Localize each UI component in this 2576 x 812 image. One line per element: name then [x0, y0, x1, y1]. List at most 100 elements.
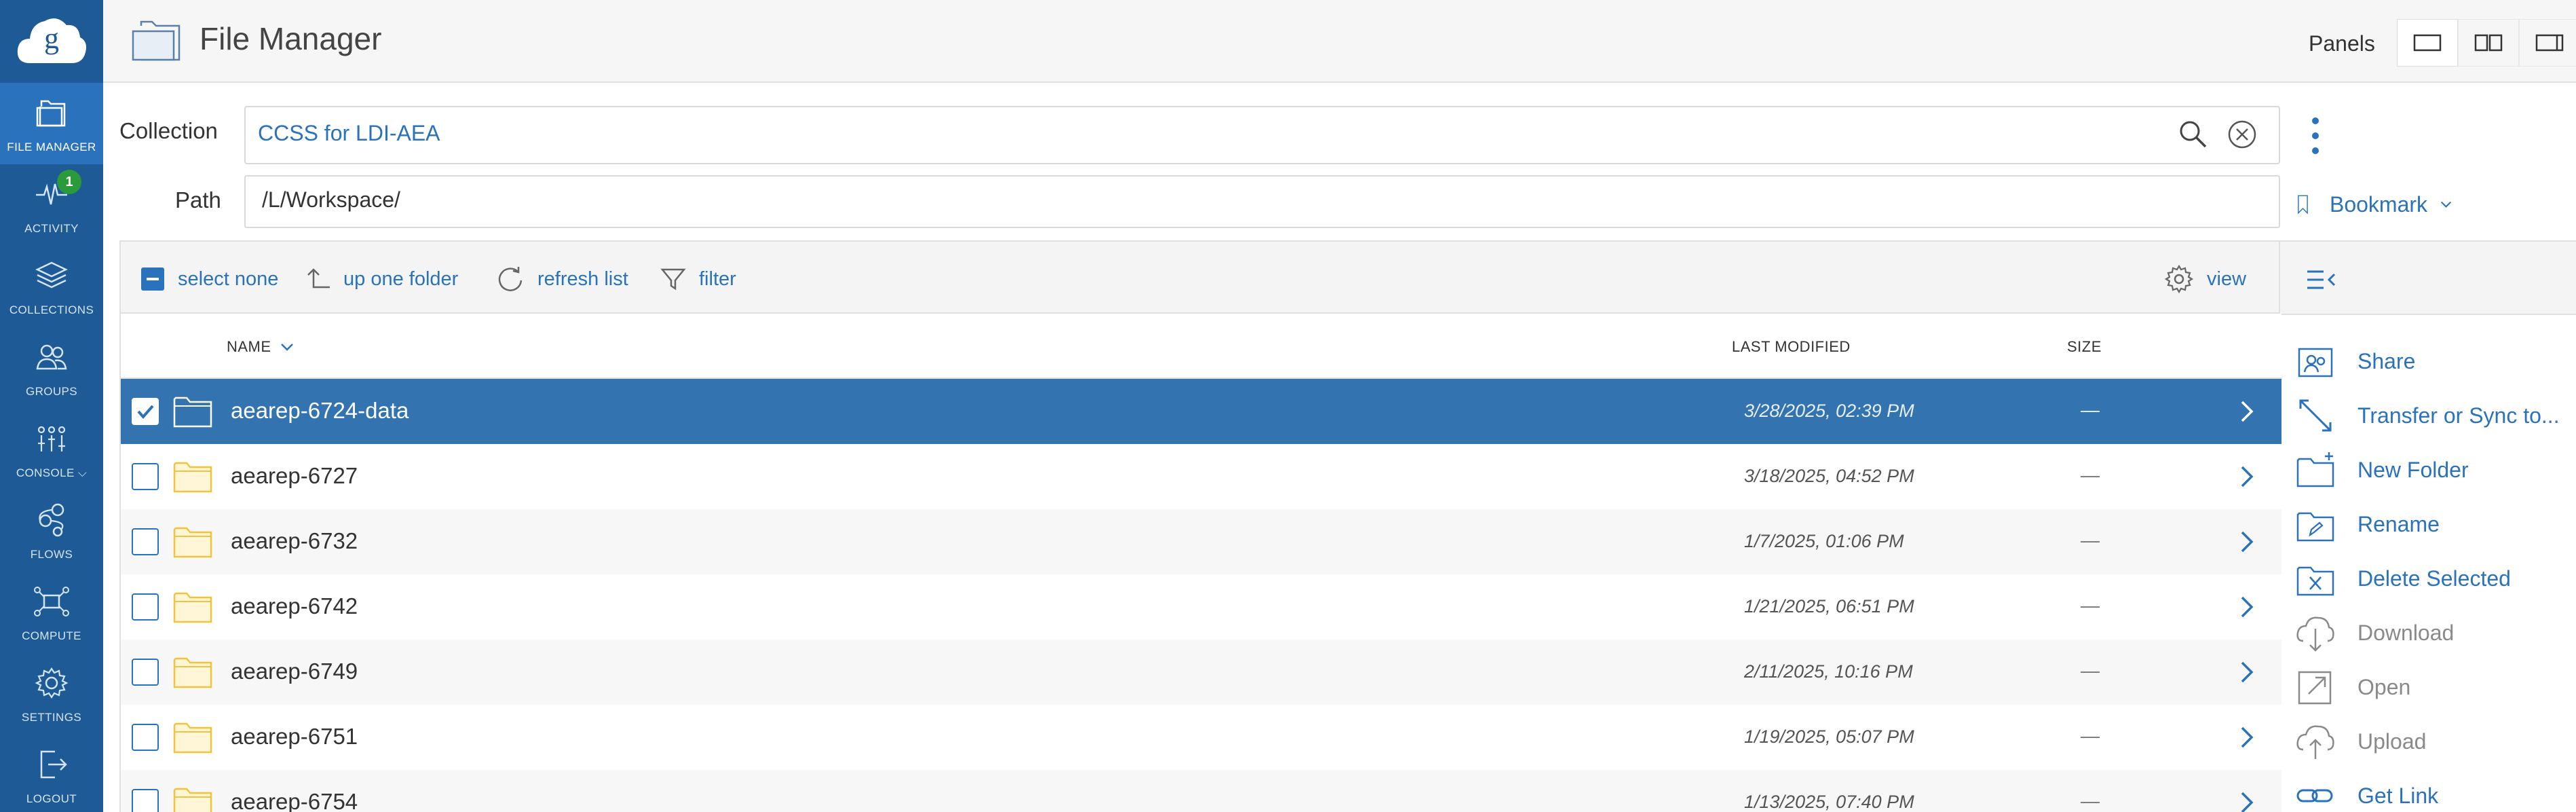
panel-layout-switcher [2397, 19, 2576, 67]
chevron-right-icon[interactable] [2238, 789, 2256, 812]
table-row[interactable]: aearep-6727 3/18/2025, 04:52 PM — [121, 444, 2281, 509]
collections-icon [35, 261, 68, 289]
collection-label: Collection [119, 118, 218, 143]
gear-icon [35, 667, 69, 699]
filter-button[interactable]: filter [660, 262, 736, 296]
action-label: Share [2357, 348, 2416, 373]
search-icon[interactable] [2176, 117, 2211, 152]
chevron-right-icon[interactable] [2238, 463, 2256, 490]
delete-icon [2296, 566, 2334, 596]
nav-compute[interactable]: COMPUTE [0, 572, 103, 653]
action-transfer[interactable]: Transfer or Sync to... [2294, 390, 2576, 441]
chevron-right-icon[interactable] [2238, 724, 2256, 751]
folder-icon [173, 592, 212, 623]
name-column-header[interactable]: NAME [227, 338, 295, 356]
action-upload[interactable]: Upload [2294, 716, 2576, 767]
action-rename[interactable]: Rename [2294, 498, 2576, 550]
nav-collections[interactable]: COLLECTIONS [0, 246, 103, 327]
single-panel-button[interactable] [2397, 19, 2458, 67]
refresh-list-label: refresh list [537, 267, 628, 290]
nav-label: LOGOUT [26, 792, 77, 805]
nav-groups[interactable]: GROUPS [0, 327, 103, 409]
row-checkbox[interactable] [132, 724, 159, 751]
up-one-folder-button[interactable]: up one folder [304, 262, 458, 296]
chevron-right-icon[interactable] [2238, 398, 2256, 425]
chevron-right-icon[interactable] [2238, 593, 2256, 621]
file-list-header: NAME LAST MODIFIED SIZE [121, 314, 2281, 379]
nav-file-manager[interactable]: FILE MANAGER [0, 83, 103, 164]
row-checkbox[interactable] [132, 528, 159, 555]
folder-icon [173, 462, 212, 493]
last-modified-column-header[interactable]: LAST MODIFIED [1732, 338, 1851, 356]
action-link[interactable]: Get Link [2294, 770, 2576, 812]
collection-field[interactable]: CCSS for LDI-AEA [244, 106, 2280, 164]
file-list: NAME LAST MODIFIED SIZE aearep-6724-data… [119, 314, 2281, 812]
action-new-folder[interactable]: New Folder [2294, 444, 2576, 496]
top-header: File Manager Panels [103, 0, 2576, 83]
collection-value: CCSS for LDI-AEA [258, 121, 440, 145]
nav-settings[interactable]: SETTINGS [0, 653, 103, 735]
chevron-down-icon [2441, 201, 2451, 208]
nav-label: FILE MANAGER [7, 141, 96, 153]
nav-flows[interactable]: FLOWS [0, 490, 103, 572]
actions-panel: Share Transfer or Sync to... New Folder Ren… [2280, 240, 2576, 812]
file-toolbar: select none up one folder refresh list f… [119, 240, 2280, 314]
chevron-right-icon[interactable] [2238, 528, 2256, 555]
path-field[interactable]: /L/Workspace/ [244, 175, 2280, 228]
clear-icon[interactable] [2226, 118, 2258, 151]
action-download[interactable]: Download [2294, 607, 2576, 659]
file-name[interactable]: aearep-6751 [231, 724, 358, 750]
action-share[interactable]: Share [2294, 335, 2576, 387]
chevron-right-icon[interactable] [2238, 659, 2256, 686]
size-column-header[interactable]: SIZE [2067, 338, 2102, 356]
up-one-folder-label: up one folder [343, 267, 459, 290]
select-none-button[interactable]: select none [141, 262, 278, 296]
table-row[interactable]: aearep-6749 2/11/2025, 10:16 PM — [121, 640, 2281, 705]
nav-activity[interactable]: 1 ACTIVITY [0, 164, 103, 246]
row-checkbox[interactable] [132, 593, 159, 621]
file-size: — [2081, 660, 2100, 681]
checkmark-icon [137, 405, 154, 420]
share-icon [2298, 348, 2333, 377]
table-row[interactable]: aearep-6754 1/13/2025, 07:40 PM — [121, 770, 2281, 812]
left-navigation: g FILE MANAGER 1 ACTIVITY COLLECTIONS GR… [0, 0, 103, 812]
file-manager-icon [36, 100, 66, 127]
view-settings-button[interactable]: view [2163, 262, 2246, 296]
file-manager-header-icon [132, 20, 181, 61]
filter-label: filter [699, 267, 736, 290]
view-label: view [2207, 267, 2247, 290]
nav-logout[interactable]: LOGOUT [0, 735, 103, 812]
file-name[interactable]: aearep-6754 [231, 789, 358, 812]
panel-with-sidebar-button[interactable] [2519, 19, 2576, 67]
row-checkbox[interactable] [132, 789, 159, 812]
more-options-icon[interactable] [2307, 115, 2324, 156]
bookmark-button[interactable]: Bookmark [2296, 182, 2473, 227]
refresh-list-button[interactable]: refresh list [495, 262, 628, 296]
link-icon [2296, 789, 2333, 802]
table-row[interactable]: aearep-6732 1/7/2025, 01:06 PM — [121, 509, 2281, 574]
file-name[interactable]: aearep-6749 [231, 659, 358, 684]
table-row[interactable]: aearep-6742 1/21/2025, 06:51 PM — [121, 574, 2281, 640]
action-open[interactable]: Open [2294, 661, 2576, 713]
path-value: /L/Workspace/ [262, 187, 400, 212]
nav-console[interactable]: CONSOLE ⌵ [0, 409, 103, 490]
row-checkbox[interactable] [132, 463, 159, 490]
folder-icon [173, 657, 212, 688]
file-name[interactable]: aearep-6724-data [231, 398, 409, 424]
file-name[interactable]: aearep-6727 [231, 463, 358, 489]
file-name[interactable]: aearep-6742 [231, 593, 358, 619]
dual-panel-button[interactable] [2458, 19, 2519, 67]
refresh-icon [498, 267, 523, 291]
row-checkbox[interactable] [132, 659, 159, 686]
globus-logo[interactable]: g [0, 0, 103, 83]
up-folder-icon [307, 268, 330, 289]
file-last-modified: 3/28/2025, 02:39 PM [1744, 401, 1914, 421]
file-name[interactable]: aearep-6732 [231, 528, 358, 554]
row-checkbox[interactable] [132, 398, 159, 425]
action-label: Transfer or Sync to... [2357, 403, 2560, 428]
collapse-panel-icon[interactable] [2305, 266, 2338, 293]
table-row[interactable]: aearep-6724-data 3/28/2025, 02:39 PM — [121, 379, 2281, 444]
path-label: Path [175, 187, 221, 213]
action-delete[interactable]: Delete Selected [2294, 553, 2576, 604]
table-row[interactable]: aearep-6751 1/19/2025, 05:07 PM — [121, 705, 2281, 770]
